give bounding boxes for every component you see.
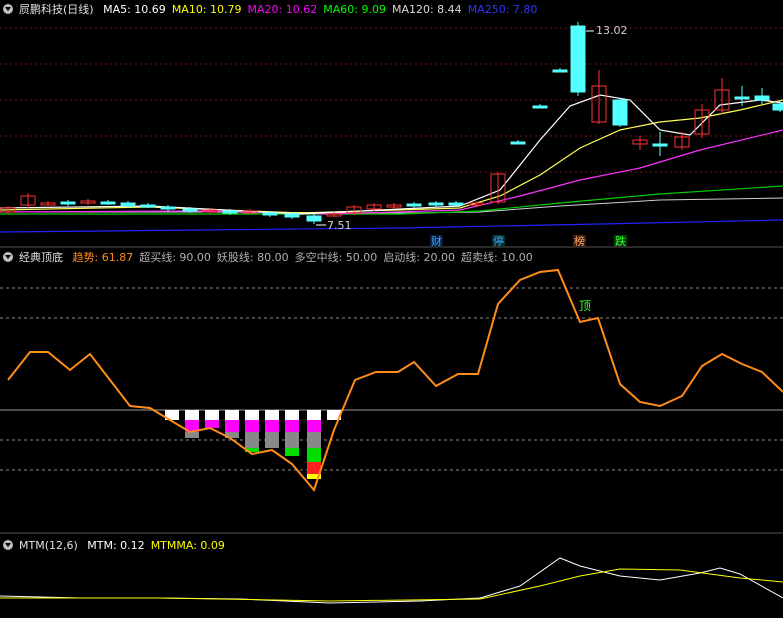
candle-body bbox=[182, 208, 198, 212]
signal-block bbox=[285, 448, 299, 456]
indicator-legend-item-5: 超卖线: 10.00 bbox=[461, 251, 533, 264]
mtm-legend-list: MTM: 0.12 MTMMA: 0.09 bbox=[87, 539, 231, 552]
candle-body bbox=[284, 213, 300, 218]
top-bottom-indicator-panel[interactable]: 经典顶底 趋势: 61.87 超买线: 90.00 妖股线: 80.00 多空中线: … bbox=[0, 248, 783, 532]
indicator-title: 经典顶底 bbox=[19, 251, 63, 264]
signal-block bbox=[205, 410, 219, 420]
high-price-label: 13.02 bbox=[596, 24, 628, 37]
ma10-line bbox=[0, 99, 783, 214]
panel-divider[interactable] bbox=[0, 532, 783, 534]
signal-block bbox=[185, 432, 199, 438]
signal-block bbox=[265, 420, 279, 432]
ma-legend-item-2: MA20: 10.62 bbox=[247, 3, 318, 16]
signal-block bbox=[225, 410, 239, 420]
panel-menu-icon[interactable] bbox=[3, 540, 13, 550]
ma250-line bbox=[0, 219, 783, 233]
panel-menu-icon[interactable] bbox=[3, 252, 13, 262]
indicator-legend-item-2: 妖股线: 80.00 bbox=[216, 251, 289, 264]
indicator-legend-item-1: 超买线: 90.00 bbox=[139, 251, 211, 264]
mtmma-line bbox=[0, 568, 783, 602]
ma5-line bbox=[0, 94, 783, 215]
candle-body bbox=[652, 143, 668, 147]
trend-chart[interactable] bbox=[0, 248, 783, 532]
trend-line bbox=[7, 268, 783, 493]
ma-legend-item-5: MA250: 7.80 bbox=[467, 3, 538, 16]
signal-block bbox=[185, 410, 199, 420]
mtm-line bbox=[0, 557, 783, 604]
panel-menu-icon[interactable] bbox=[3, 4, 13, 14]
event-tag-1[interactable]: 停 bbox=[492, 235, 505, 246]
candle-body bbox=[406, 203, 422, 207]
signal-block bbox=[225, 420, 239, 432]
signal-block bbox=[265, 410, 279, 420]
candle-body bbox=[428, 202, 444, 206]
mtm-panel[interactable]: MTM(12,6) MTM: 0.12 MTMMA: 0.09 bbox=[0, 536, 783, 618]
ma-legend-item-3: MA60: 9.09 bbox=[323, 3, 386, 16]
price-legend: 屃鹏科技(日线) MA5: 10.69 MA10: 10.79 MA20: 10.6… bbox=[3, 3, 549, 17]
top-signal-label: 顶 bbox=[579, 299, 592, 313]
indicator-legend: 经典顶底 趋势: 61.87 超买线: 90.00 妖股线: 80.00 多空中线: … bbox=[3, 251, 545, 265]
candle-body bbox=[222, 210, 238, 214]
candle-body bbox=[100, 201, 116, 205]
price-panel[interactable]: 屃鹏科技(日线) MA5: 10.69 MA10: 10.79 MA20: 10.6… bbox=[0, 0, 783, 246]
candle-body bbox=[140, 204, 156, 208]
signal-block bbox=[265, 432, 279, 448]
candle-body bbox=[734, 96, 750, 100]
event-tag-2[interactable]: 榜 bbox=[573, 235, 586, 246]
signal-block bbox=[285, 432, 299, 448]
candle-body bbox=[570, 25, 586, 93]
mtm-legend-item-1: MTMMA: 0.09 bbox=[150, 539, 225, 552]
signal-block bbox=[285, 420, 299, 432]
mtm-legend-item-0: MTM: 0.12 bbox=[87, 539, 145, 552]
signal-block bbox=[245, 420, 259, 432]
signal-block bbox=[245, 432, 259, 448]
candle-body bbox=[448, 202, 464, 206]
indicator-legend-item-0: 趋势: 61.87 bbox=[72, 251, 134, 264]
mtm-legend: MTM(12,6) MTM: 0.12 MTMMA: 0.09 bbox=[3, 539, 237, 553]
candle-body bbox=[754, 95, 770, 101]
signal-block bbox=[245, 410, 259, 420]
candle-body bbox=[612, 99, 628, 126]
ma-legend-item-1: MA10: 10.79 bbox=[171, 3, 242, 16]
candle-body bbox=[160, 206, 176, 210]
signal-block bbox=[285, 410, 299, 420]
indicator-legend-item-4: 启动线: 20.00 bbox=[383, 251, 456, 264]
signal-block bbox=[307, 420, 321, 432]
ma-legend-item-4: MA120: 8.44 bbox=[391, 3, 462, 16]
candle-body bbox=[532, 105, 548, 109]
signal-block bbox=[307, 448, 321, 462]
candle-body bbox=[120, 202, 136, 207]
candle-body bbox=[262, 212, 278, 216]
candle-body bbox=[306, 215, 322, 222]
candle-body bbox=[510, 141, 526, 145]
candle-body bbox=[772, 103, 783, 111]
event-tag-3[interactable]: 跌 bbox=[614, 235, 627, 246]
mtm-title: MTM(12,6) bbox=[19, 539, 78, 552]
event-tag-0[interactable]: 财 bbox=[430, 235, 443, 246]
indicator-legend-item-3: 多空中线: 50.00 bbox=[294, 251, 378, 264]
candle-body bbox=[60, 201, 76, 205]
ma-legend-item-0: MA5: 10.69 bbox=[103, 3, 166, 16]
low-price-label: 7.51 bbox=[327, 219, 352, 232]
candle-body bbox=[552, 69, 568, 73]
candlestick-chart[interactable] bbox=[0, 0, 783, 246]
ma-legend-list: MA5: 10.69 MA10: 10.79 MA20: 10.62 MA60: 9.… bbox=[103, 3, 543, 16]
indicator-legend-list: 趋势: 61.87 超买线: 90.00 妖股线: 80.00 多空中线: 50.00… bbox=[73, 251, 539, 264]
stock-title: 屃鹏科技(日线) bbox=[19, 3, 94, 16]
signal-block bbox=[205, 420, 219, 428]
signal-block bbox=[307, 410, 321, 420]
signal-block bbox=[307, 432, 321, 448]
